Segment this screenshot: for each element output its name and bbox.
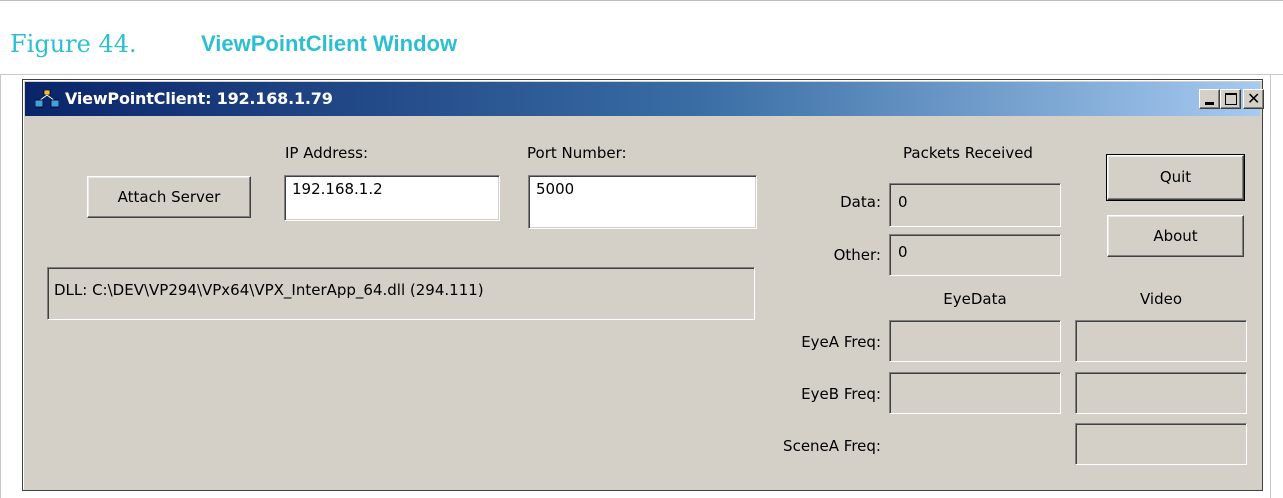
packets-other-field: 0 [889, 234, 1061, 276]
video-header: Video [1139, 290, 1183, 308]
packets-received-header: Packets Received [903, 144, 1033, 162]
quit-button[interactable]: Quit [1106, 154, 1245, 201]
scenea-freq-label: SceneA Freq: [783, 437, 881, 455]
maximize-icon[interactable] [1220, 89, 1241, 109]
figure-caption: Figure 44. ViewPointClient Window [0, 0, 1283, 74]
eyea-freq-eyedata-field [889, 320, 1061, 362]
frame-right-border [1270, 74, 1271, 498]
ip-address-label: IP Address: [285, 144, 369, 162]
packets-other-label: Other: [833, 246, 881, 264]
eyeb-freq-eyedata-field [889, 372, 1061, 414]
packets-data-label: Data: [840, 193, 881, 211]
port-number-label: Port Number: [527, 144, 627, 162]
packets-data-field: 0 [889, 183, 1061, 227]
ip-address-input[interactable]: 192.168.1.2 [284, 175, 500, 221]
eyeb-freq-label: EyeB Freq: [801, 385, 881, 403]
figure-title: ViewPointClient Window [201, 31, 458, 56]
eyea-freq-label: EyeA Freq: [801, 333, 881, 351]
network-nodes-icon [35, 90, 59, 108]
caption-divider [0, 74, 1283, 75]
eyeb-freq-video-field [1075, 372, 1247, 414]
dll-status-field: DLL: C:\DEV\VP294\VPx64\VPX_InterApp_64.… [47, 267, 755, 320]
eyedata-header: EyeData [943, 290, 1007, 308]
about-button[interactable]: About [1107, 215, 1244, 257]
close-icon[interactable]: ✕ [1243, 89, 1264, 109]
eyea-freq-video-field [1075, 320, 1247, 362]
figure-number: Figure 44. [10, 30, 137, 58]
minimize-icon[interactable] [1199, 89, 1220, 109]
port-number-input[interactable]: 5000 [528, 175, 757, 229]
viewpoint-client-window: ViewPointClient: 192.168.1.79 ✕ Attach S… [22, 79, 1264, 491]
scenea-freq-video-field [1075, 423, 1247, 465]
frame-left-border [0, 74, 1, 498]
window-titlebar[interactable]: ViewPointClient: 192.168.1.79 ✕ [25, 82, 1264, 116]
attach-server-button[interactable]: Attach Server [87, 176, 251, 218]
window-title: ViewPointClient: 192.168.1.79 [65, 89, 333, 108]
